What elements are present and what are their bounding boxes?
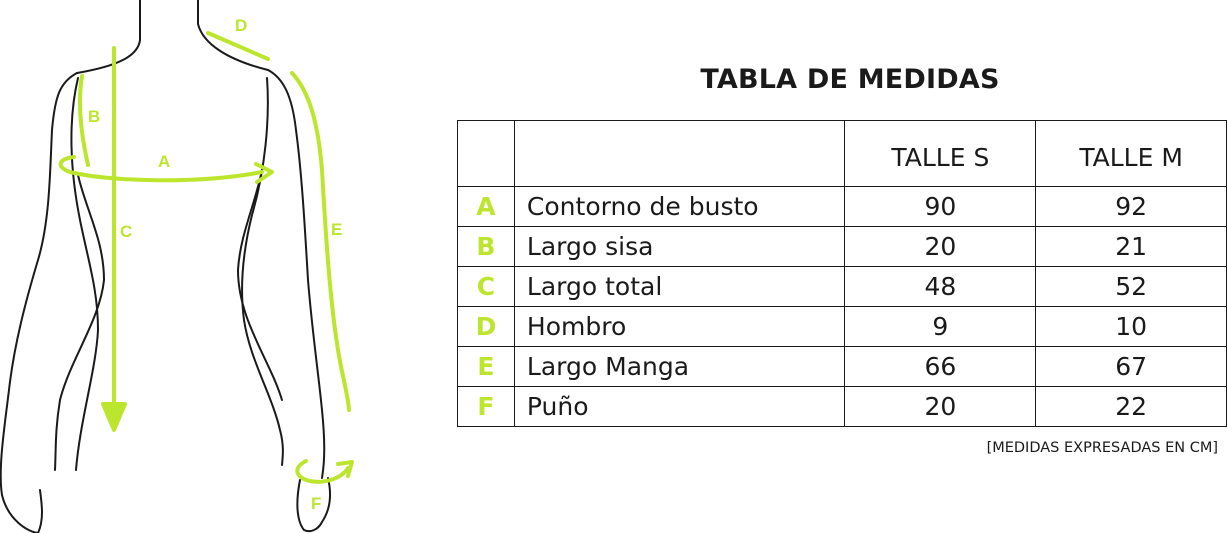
- table-row: E Largo Manga 66 67: [457, 346, 1227, 387]
- right-waist-contour: [237, 169, 283, 401]
- table-row: C Largo total 48 52: [457, 266, 1227, 307]
- row-value-s: 20: [844, 386, 1037, 427]
- row-value-m: 67: [1035, 346, 1227, 387]
- row-measure-name: Puño: [513, 386, 846, 427]
- row-value-m: 21: [1035, 226, 1227, 267]
- row-measure-name: Hombro: [513, 306, 846, 347]
- right-inner-contour: [241, 77, 284, 466]
- label-c: C: [120, 222, 132, 241]
- measurement-guides: [58, 31, 354, 484]
- label-a: A: [158, 152, 170, 171]
- left-outer-contour: [0, 72, 78, 533]
- row-value-m: 52: [1035, 266, 1227, 307]
- row-letter: A: [457, 186, 515, 227]
- row-value-s: 20: [844, 226, 1037, 267]
- table-title: TABLA DE MEDIDAS: [700, 64, 1000, 95]
- row-letter: F: [457, 386, 515, 427]
- row-value-s: 90: [844, 186, 1037, 227]
- size-chart-table: TALLE S TALLE M A Contorno de busto 90 9…: [457, 120, 1227, 427]
- units-note: [MEDIDAS EXPRESADAS EN CM]: [986, 440, 1218, 456]
- row-value-s: 9: [844, 306, 1037, 347]
- label-e: E: [331, 220, 342, 239]
- label-f: F: [311, 494, 321, 513]
- row-letter: E: [457, 346, 515, 387]
- row-letter: B: [457, 226, 515, 267]
- table-row: F Puño 20 22: [457, 386, 1227, 427]
- row-letter: D: [457, 306, 515, 347]
- header-cell-measure: [513, 120, 846, 187]
- row-letter: C: [457, 266, 515, 307]
- header-cell-size-s: TALLE S: [844, 120, 1037, 187]
- label-d: D: [235, 16, 247, 35]
- armhole-guide-line: [78, 74, 90, 167]
- label-b: B: [88, 107, 100, 126]
- table-row: A Contorno de busto 90 92: [457, 186, 1227, 227]
- shoulder-guide-line: [206, 31, 270, 61]
- row-value-m: 22: [1035, 386, 1227, 427]
- row-value-m: 92: [1035, 186, 1227, 227]
- row-value-s: 48: [844, 266, 1037, 307]
- table-row: B Largo sisa 20 21: [457, 226, 1227, 267]
- row-measure-name: Largo Manga: [513, 346, 846, 387]
- row-measure-name: Contorno de busto: [513, 186, 846, 227]
- row-measure-name: Largo total: [513, 266, 846, 307]
- row-value-m: 10: [1035, 306, 1227, 347]
- body-outline: [0, 0, 331, 533]
- header-cell-size-m: TALLE M: [1035, 120, 1227, 187]
- garment-measurement-figure: A B C D E F: [0, 0, 354, 533]
- length-guide-arrowhead: [101, 402, 127, 432]
- table-header-row: TALLE S TALLE M: [457, 120, 1227, 187]
- table-row: D Hombro 9 10: [457, 306, 1227, 347]
- row-value-s: 66: [844, 346, 1037, 387]
- header-cell-letter: [457, 120, 515, 187]
- left-inner-contour: [70, 77, 99, 471]
- neck-left-line: [76, 0, 141, 74]
- row-measure-name: Largo sisa: [513, 226, 846, 267]
- sleeve-guide-line: [290, 71, 351, 412]
